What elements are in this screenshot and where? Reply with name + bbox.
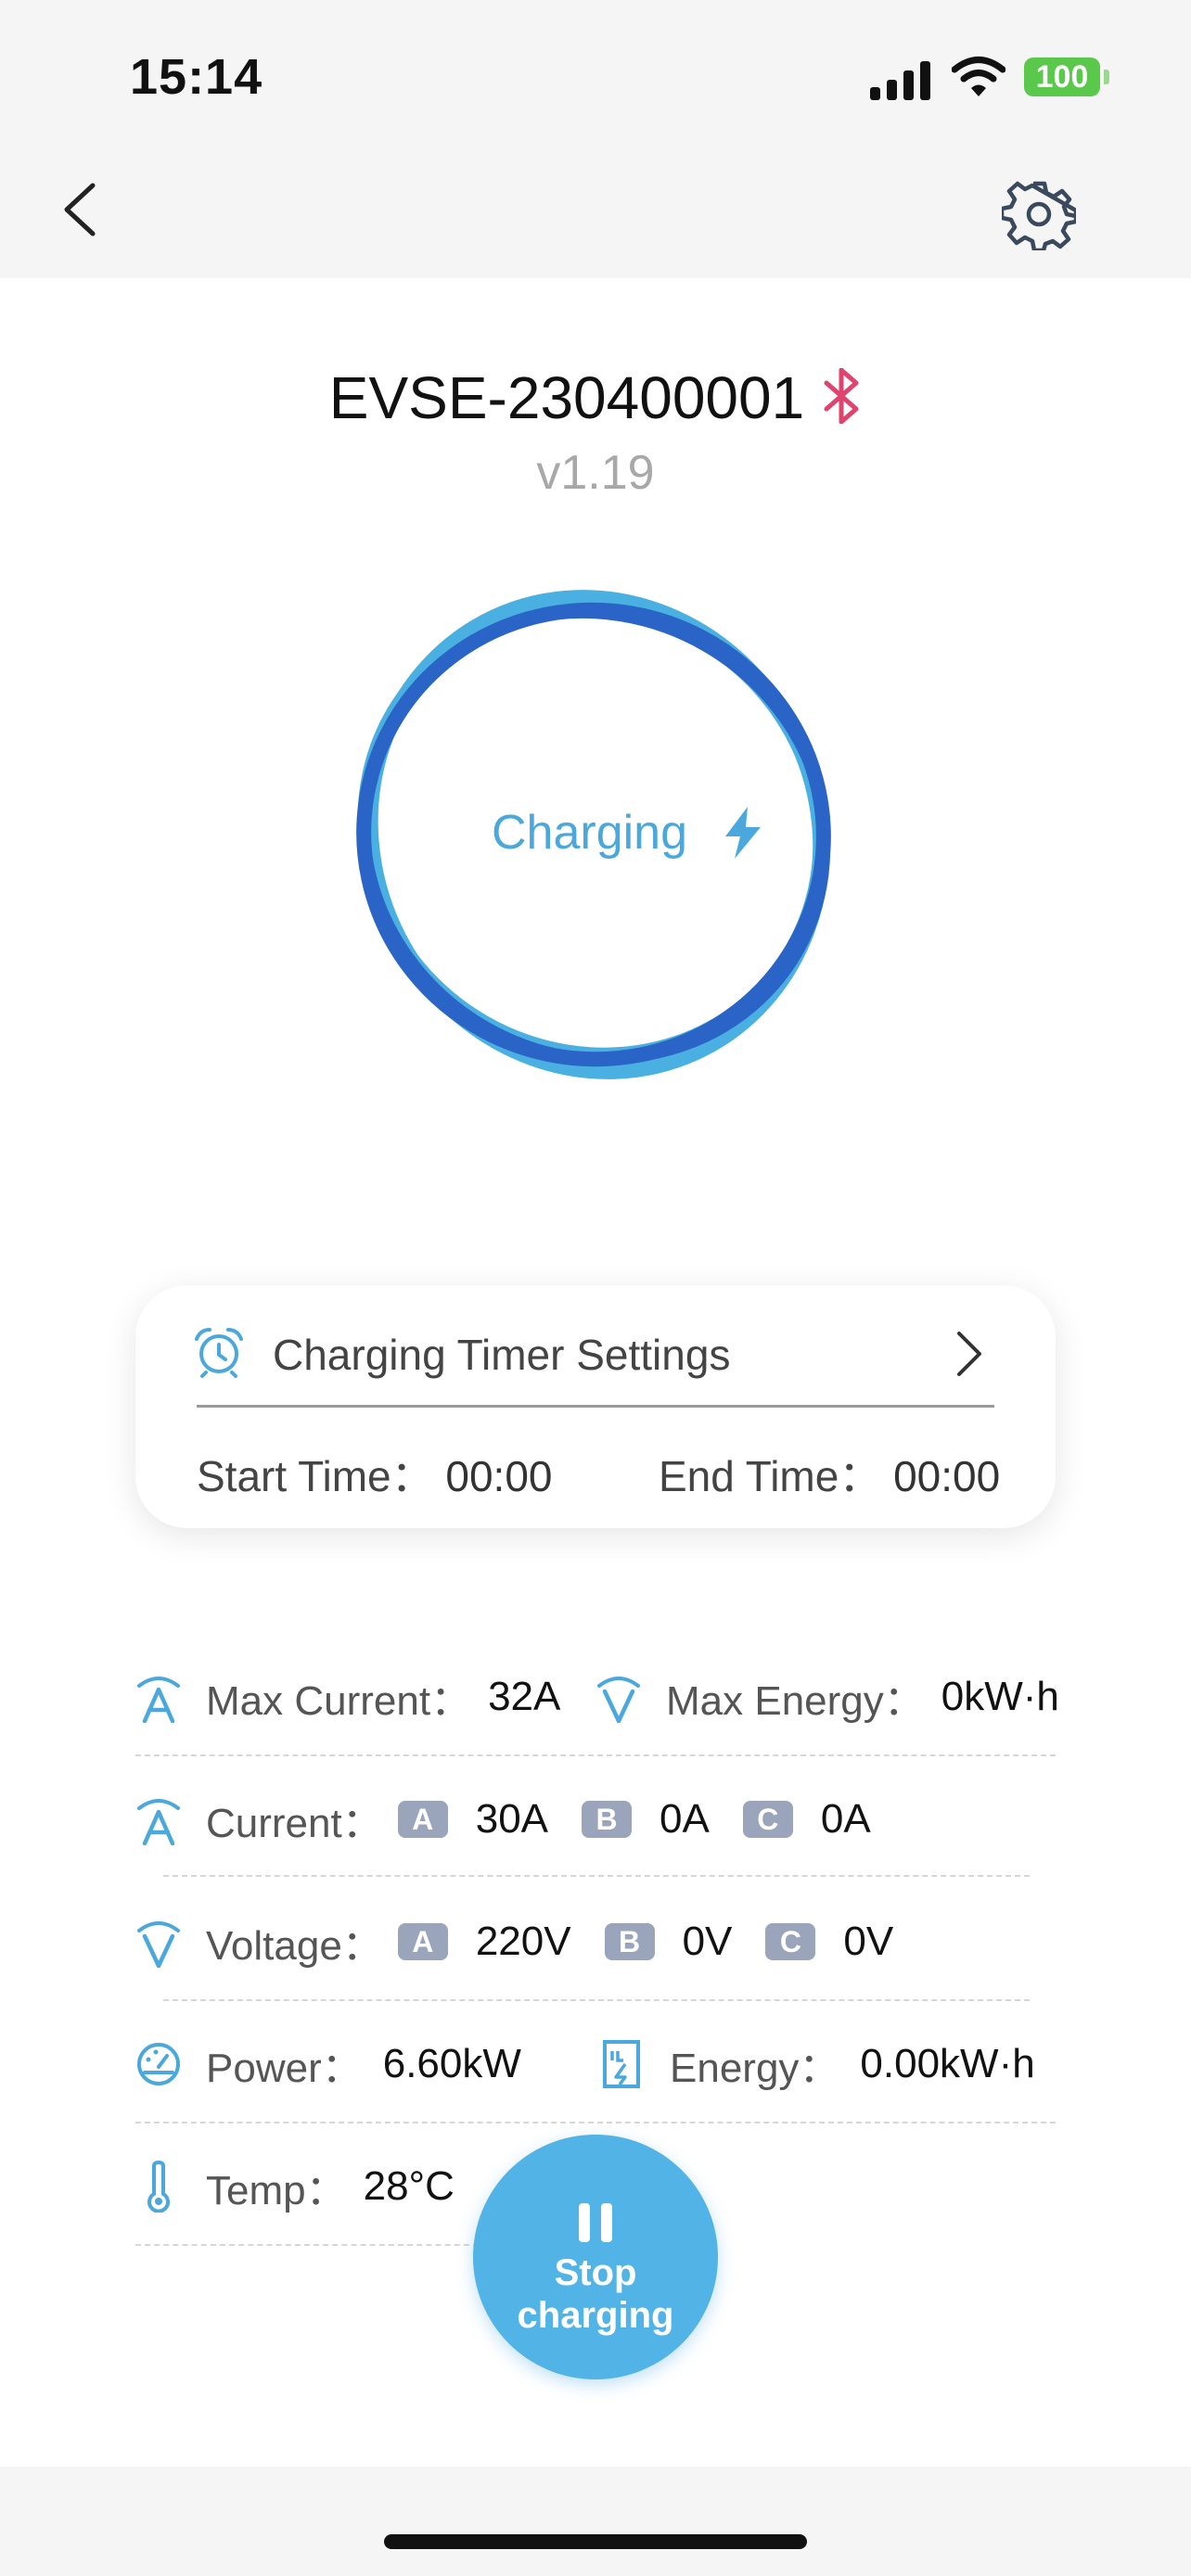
temp-row: Temp： 28°C [135,2161,455,2213]
battery-cap [1104,70,1109,84]
stop-label-line1: Stop [554,2252,637,2293]
settings-button[interactable] [999,176,1079,253]
current-row: Current： A 30A B 0A C 0A [135,1793,871,1846]
row-divider [163,1875,1030,1877]
thermometer-icon [147,2161,170,2213]
timer-title: Charging Timer Settings [273,1331,731,1379]
home-indicator[interactable] [384,2534,807,2549]
phase-c-badge: C [765,1923,816,1960]
current-label: Current： [206,1801,383,1846]
battery-icon: 100 [1024,57,1100,96]
energy-label: Energy： [670,2046,840,2091]
power-value: 6.60kW [382,2041,521,2086]
power-row: Power： 6.60kW [135,2038,521,2091]
temp-label: Temp： [206,2168,347,2213]
row-divider [135,1754,1056,1756]
voltage-icon [597,1677,640,1723]
device-header: EVSE-230400001 [0,363,1191,438]
energy-value: 0.00kW·h [860,2041,1035,2086]
voltage-label: Voltage： [206,1923,383,1969]
device-name: EVSE-230400001 [328,364,805,431]
phase-b-badge: B [604,1923,655,1960]
voltage-phase-a: 220V [475,1919,571,1964]
start-time-label: Start Time： [197,1452,434,1500]
row-divider [135,2122,1056,2123]
end-time-value: 00:00 [893,1452,1001,1500]
alarm-clock-icon [195,1328,243,1378]
lightning-bolt-icon [725,807,761,859]
bluetooth-icon [821,367,862,438]
max-current-value: 32A [488,1674,561,1719]
stop-charging-label: Stop charging [473,2251,718,2337]
chevron-left-icon [64,183,96,236]
cellular-signal-icon [870,61,930,100]
start-time: Start Time： 00:00 [197,1443,553,1504]
ampere-icon [137,1799,180,1845]
current-phase-a: 30A [475,1796,549,1842]
timer-divider [197,1405,994,1408]
chevron-right-icon [957,1332,981,1376]
current-phase-c: 0A [820,1796,871,1842]
ampere-icon [137,1677,180,1723]
row-divider [163,1999,1030,2001]
stop-charging-button[interactable]: Stop charging [473,2135,718,2379]
gear-icon [999,181,1079,253]
phase-c-badge: C [742,1801,793,1838]
temp-value: 28°C [363,2163,455,2209]
max-energy-row: Max Energy： 0kW·h [596,1671,1059,1724]
row-divider [135,2244,488,2246]
voltage-row: Voltage： A 220V B 0V C 0V [135,1916,894,1969]
pause-icon [579,2203,612,2242]
energy-row: Energy： 0.00kW·h [601,2038,1035,2091]
charging-status: Charging [492,806,688,860]
stop-label-line2: charging [517,2295,674,2336]
power-label: Power： [206,2046,363,2091]
end-time: End Time： 00:00 [659,1443,1000,1504]
battery-level: 100 [1035,59,1089,95]
back-button[interactable] [48,172,115,247]
phase-a-badge: A [397,1801,448,1838]
wifi-icon [952,57,1005,96]
phase-b-badge: B [582,1801,633,1838]
energy-meter-icon [603,2040,640,2088]
max-current-label: Max Current： [206,1678,472,1724]
bottom-bar [0,2467,1191,2576]
start-time-value: 00:00 [445,1452,553,1500]
voltage-phase-b: 0V [682,1919,733,1964]
max-current-row: Max Current： 32A [135,1671,561,1724]
firmware-version: v1.19 [536,446,655,500]
gauge-icon [137,2043,180,2085]
end-time-label: End Time： [659,1452,882,1500]
voltage-icon [137,1921,180,1968]
max-energy-label: Max Energy： [666,1678,925,1724]
voltage-phase-c: 0V [843,1919,894,1964]
max-energy-value: 0kW·h [941,1674,1059,1719]
phase-a-badge: A [397,1923,448,1960]
current-phase-b: 0A [660,1796,710,1842]
status-time: 15:14 [130,49,263,105]
